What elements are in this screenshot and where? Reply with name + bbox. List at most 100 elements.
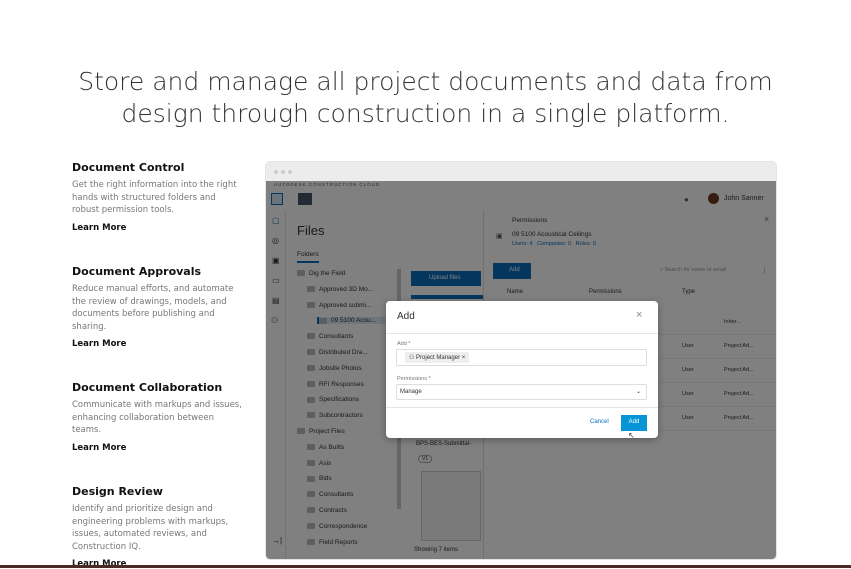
row-permission: Project Ad... [724,391,754,397]
tree-item[interactable]: Consultants [307,333,353,340]
tree-item[interactable]: Consultants [307,491,353,498]
tree-item[interactable]: Correspondence [307,523,367,530]
project-thumbnail[interactable] [298,193,312,205]
tree-item[interactable]: RFI Responses [307,381,364,388]
tree-item[interactable]: Dig the Field [297,270,346,277]
tree-item[interactable]: Approved 3D Mo... [307,286,373,293]
add-submit-button[interactable]: Add [621,415,647,431]
collapse-icon[interactable]: →| [272,536,282,545]
brand-logo: AUTODESK CONSTRUCTION CLOUD [274,182,381,187]
permissions-label: Permissions * [397,376,431,382]
folder-icon [307,459,315,466]
close-icon[interactable]: × [636,309,642,321]
tree-item[interactable]: Jobsite Photos [307,365,362,372]
col-permissions[interactable]: Permissions [589,289,622,295]
feature-title: Document Control [72,161,185,174]
add-member-button[interactable]: Add [493,263,531,279]
folder-module-icon[interactable] [271,193,283,205]
tree-item[interactable]: 09 5100 Acou... [317,317,385,325]
row-permission: Project Ad... [724,367,754,373]
roles-count[interactable]: Roles: 0 [576,241,596,247]
learn-more-link[interactable]: Learn More [72,223,242,233]
feature-document-approvals: Document Approvals Reduce manual efforts… [72,265,242,349]
tree-item[interactable]: Field Reports [307,539,358,546]
items-count: Showing 7 items [414,547,459,553]
folder-icon [307,507,315,514]
permissions-value: Manage [400,389,422,395]
learn-more-link[interactable]: Learn More [72,339,242,349]
file-card-header [411,295,483,299]
chip-label: Project Manager [416,355,461,361]
files-icon[interactable]: ▢ [272,216,280,225]
folder-icon [307,475,315,482]
hero-heading: Store and manage all project documents a… [0,66,851,130]
upload-files-button[interactable]: Upload files [411,271,481,286]
tree-item-label: Asis [319,459,332,467]
window-dot [281,170,285,174]
folder-icon [297,270,305,277]
companies-count[interactable]: Companies: 0 [537,241,571,247]
col-name[interactable]: Name [507,289,523,295]
feature-document-collaboration: Document Collaboration Communicate with … [72,381,242,453]
help-icon[interactable]: ● [684,195,689,204]
feature-title: Document Collaboration [72,381,223,394]
folder-icon [307,523,315,530]
folder-icon [307,365,315,372]
role-chip: ⚇ Project Manager × [405,352,470,363]
approvals-icon[interactable]: ◎ [272,236,279,245]
search-placeholder: Search for name or email [664,267,727,273]
members-icon[interactable]: ⚇ [271,316,278,325]
avatar[interactable] [708,193,719,204]
users-count[interactable]: Users: 4 [512,241,532,247]
tree-item[interactable]: Subcontractors [307,412,363,419]
tree-item[interactable]: Project Files [297,428,345,435]
search-input[interactable]: ⌕ Search for name or email [660,267,765,274]
add-input[interactable]: ⚇ Project Manager × [396,349,647,366]
archive-icon[interactable]: ▭ [272,276,280,285]
tree-item[interactable]: Asis [307,460,331,467]
tree-item-label: Field Reports [319,538,358,546]
user-name[interactable]: John Sanner [724,195,764,202]
folder-icon [297,428,305,435]
close-icon[interactable]: × [764,214,769,224]
version-badge: V1 [418,455,433,463]
divider [386,333,658,334]
folder-icon [307,333,315,340]
window-dot [274,170,278,174]
tree-item[interactable]: Specifications [307,396,359,403]
row-type: User [682,391,694,397]
tree-item[interactable]: As Builts [307,444,344,451]
learn-more-link[interactable]: Learn More [72,443,242,453]
tree-item-label: Contracts [319,507,347,514]
cancel-button[interactable]: Cancel [590,419,609,425]
feature-design-review: Design Review Identify and prioritize de… [72,485,242,569]
page-title: Files [297,223,325,238]
tree-item-label: Approved submi... [319,301,372,309]
folder-icon [307,444,315,451]
window-chrome [266,162,776,181]
tree-item[interactable]: Contracts [307,507,347,514]
reports-icon[interactable]: ▤ [272,296,280,305]
tree-item-label: Distributed Dra... [319,349,368,356]
row-type: User [682,343,694,349]
hero-line: Store and manage all project documents a… [78,67,773,96]
left-rail: ▢ ◎ ▣ ▭ ▤ ⚇ →| [266,211,286,559]
folder-tree: Dig the Field Approved 3D Mo... Approved s… [297,270,397,559]
checklist-icon[interactable]: ▣ [272,256,280,265]
tree-item-label: Approved 3D Mo... [319,285,374,293]
remove-chip-icon[interactable]: × [462,355,466,361]
tree-item[interactable]: Distributed Dra... [307,349,368,356]
tree-item-label: Specifications [319,396,360,404]
tree-item[interactable]: Approved submi... [307,302,371,309]
file-name[interactable]: BPS-BES-Submittal- [416,441,471,447]
permissions-select[interactable]: Manage ⌄ [396,384,647,400]
tree-item-label: Correspondence [319,522,368,530]
col-type[interactable]: Type [682,289,695,295]
tree-item-label: As Builts [319,443,345,451]
feature-desc: Communicate with markups and issues, enh… [72,400,242,435]
drawing-thumbnail[interactable] [421,471,481,541]
tree-item-label: Jobsite Photos [319,364,362,372]
folder-name: 09 5100 Acoustical Ceilings [512,231,592,238]
tab-folders[interactable]: Folders [297,251,319,263]
tree-item[interactable]: Bids [307,475,332,482]
